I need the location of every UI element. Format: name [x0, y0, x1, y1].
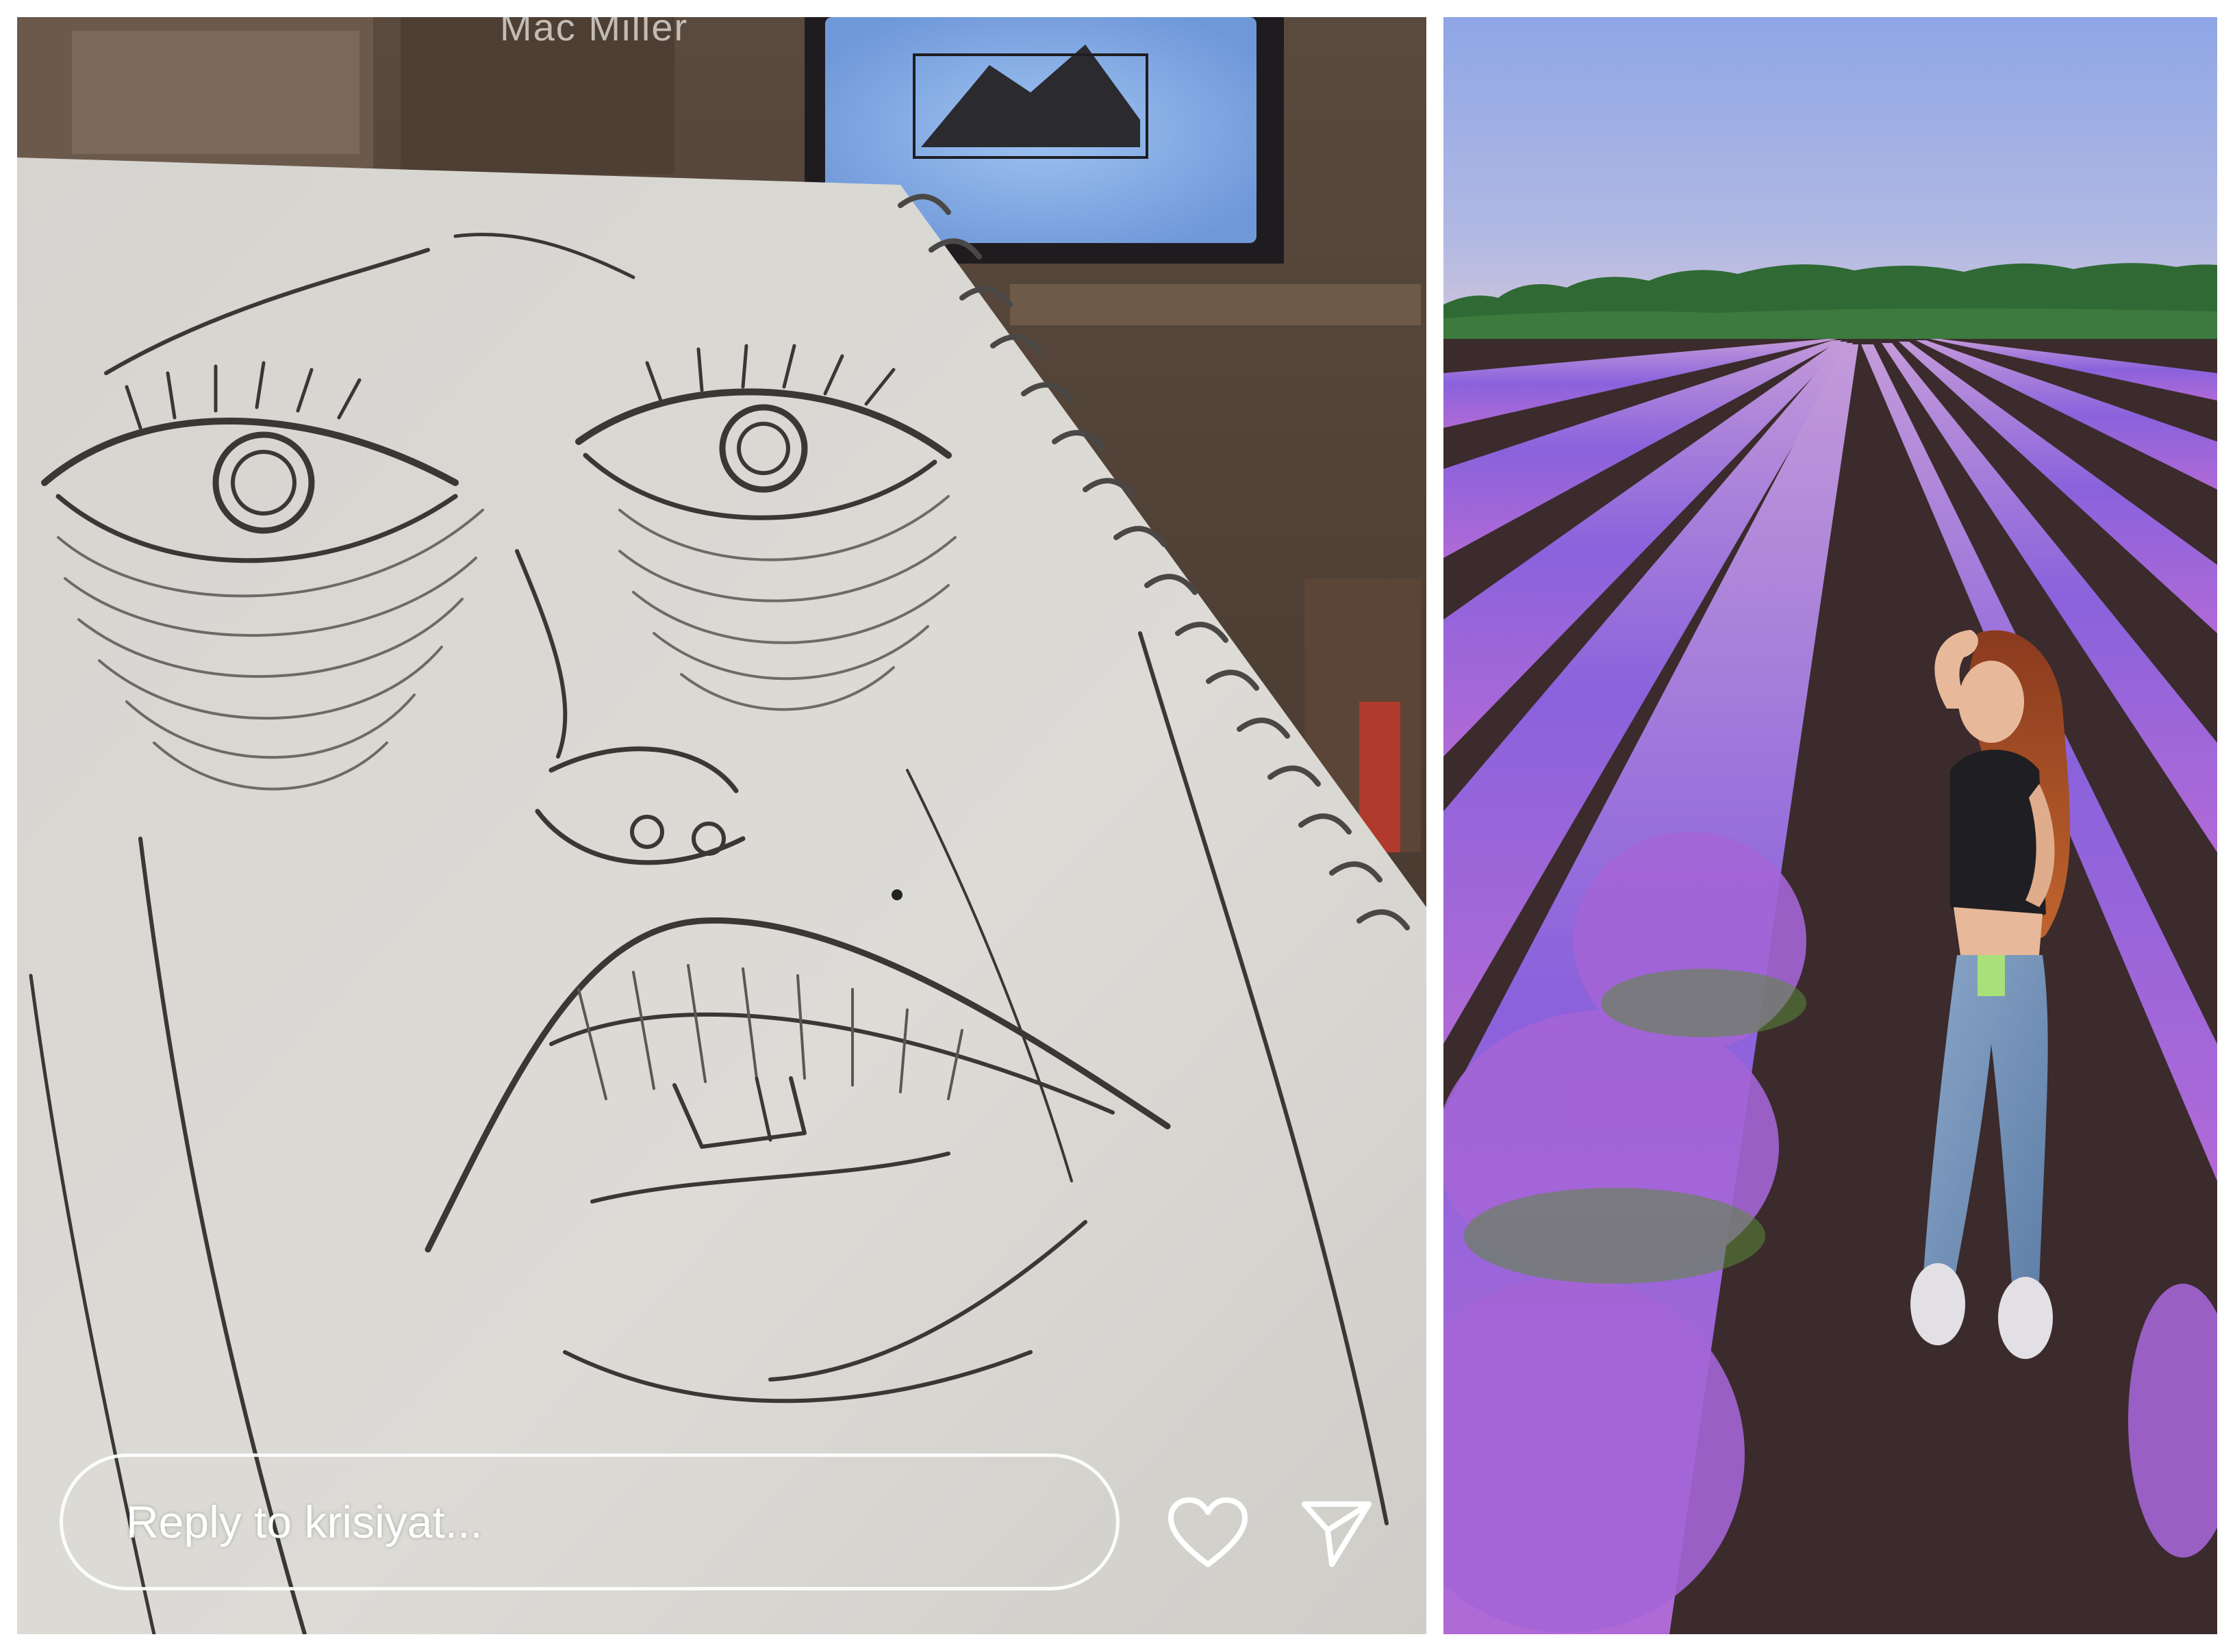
reply-input[interactable]: Reply to krisiyat...: [60, 1453, 1120, 1590]
pencil-sketch-image: [29, 194, 1410, 1634]
send-icon: [1302, 1501, 1372, 1567]
story-viewer: Mac Miller Reply to krisiyat...: [17, 17, 1426, 1634]
share-button[interactable]: [1292, 1489, 1381, 1578]
heart-icon: [1168, 1497, 1248, 1567]
lavender-field-photo: [1443, 17, 2217, 1634]
photo-image: [1443, 17, 2217, 1634]
reply-placeholder: Reply to krisiyat...: [126, 1497, 483, 1547]
like-button[interactable]: [1163, 1489, 1252, 1578]
